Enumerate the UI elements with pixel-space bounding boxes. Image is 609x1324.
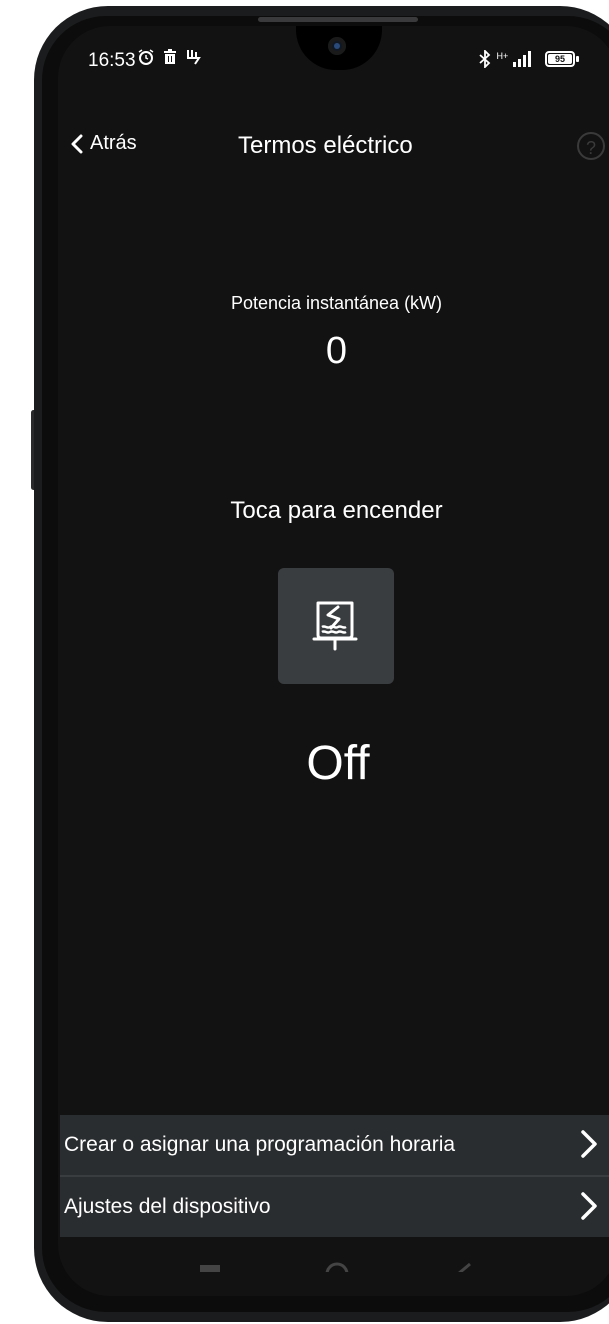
chevron-right-icon <box>581 1130 597 1158</box>
chevron-left-icon <box>71 134 83 153</box>
status-notification-icons <box>138 48 202 68</box>
battery-tip <box>576 56 579 62</box>
speaker-grille <box>258 17 418 22</box>
back-label: Atrás <box>90 132 137 154</box>
energy-app-icon <box>187 50 202 65</box>
home-nav-icon <box>325 1262 349 1272</box>
bluetooth-icon <box>479 48 491 70</box>
network-type-label: H+ <box>496 51 509 61</box>
alarm-icon <box>138 49 154 65</box>
page-title: Termos eléctrico <box>238 132 413 159</box>
chevron-right-icon <box>581 1192 597 1220</box>
back-button[interactable]: Atrás <box>70 132 137 155</box>
back-nav-icon <box>458 1262 471 1272</box>
power-value: 0 <box>325 330 348 372</box>
battery-level: 95 <box>548 54 572 64</box>
schedule-menu-label: Crear o asignar una programación horaria <box>64 1133 456 1156</box>
trash-icon <box>163 49 176 64</box>
system-navigation-bar <box>200 1262 480 1272</box>
status-time: 16:53 <box>88 50 136 71</box>
tap-instruction: Toca para encender <box>230 497 443 524</box>
status-system-icons: H+ <box>478 48 533 70</box>
device-settings-menu-item[interactable]: Ajustes del dispositivo <box>60 1177 609 1237</box>
device-state: Off <box>306 737 370 790</box>
schedule-menu-item[interactable]: Crear o asignar una programación horaria <box>60 1115 609 1175</box>
power-label: Potencia instantánea (kW) <box>230 293 443 313</box>
signal-icon <box>512 51 531 67</box>
recents-nav-icon <box>200 1265 220 1272</box>
water-heater-icon <box>312 601 358 651</box>
battery-icon: 95 <box>545 51 575 67</box>
device-settings-label: Ajustes del dispositivo <box>64 1195 271 1218</box>
front-camera <box>328 37 346 55</box>
power-toggle-button[interactable] <box>278 568 394 684</box>
help-button[interactable]: ? <box>577 132 605 160</box>
